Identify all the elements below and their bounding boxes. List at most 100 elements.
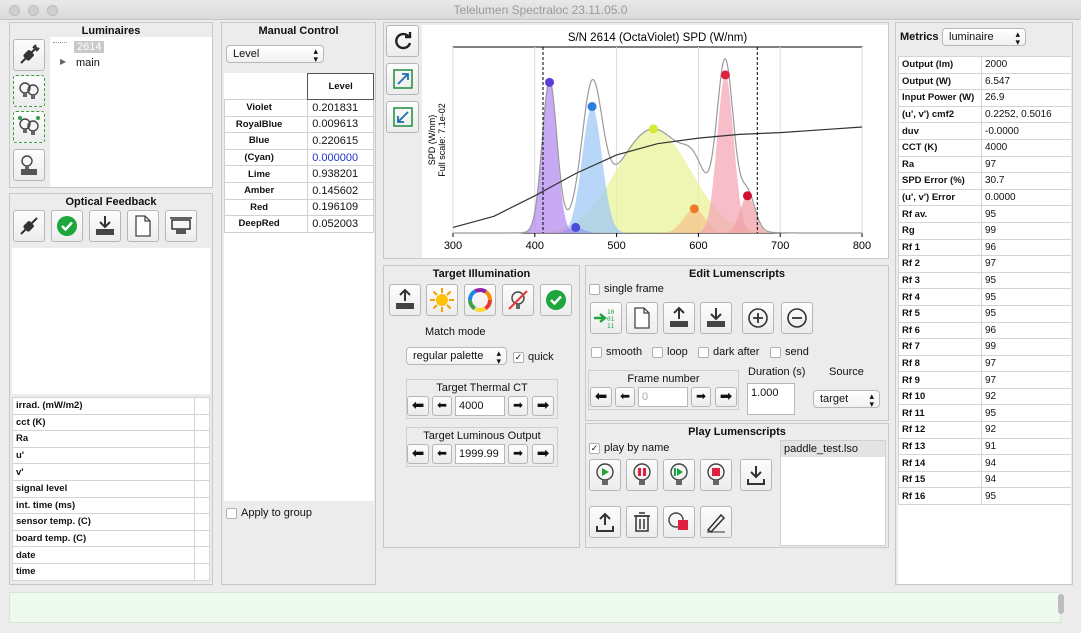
optical-row-value[interactable] bbox=[193, 513, 210, 531]
disconnect-plug-icon[interactable] bbox=[13, 39, 45, 71]
loop-checkbox[interactable]: loop bbox=[652, 346, 688, 358]
metric-row-value[interactable]: 6.547 bbox=[981, 72, 1071, 91]
optical-row-value[interactable] bbox=[193, 430, 210, 448]
optical-row-value[interactable] bbox=[193, 413, 210, 432]
tree-item-2614[interactable]: 2614 bbox=[74, 41, 105, 53]
expand-icon[interactable] bbox=[386, 63, 419, 95]
thermal-ct-input[interactable]: 4000 bbox=[455, 396, 505, 416]
open-script-icon[interactable] bbox=[663, 302, 695, 334]
frame-big-left-button[interactable]: ⬅ bbox=[590, 387, 612, 407]
metric-row-value[interactable]: 2000 bbox=[981, 56, 1071, 74]
sun-icon[interactable] bbox=[426, 284, 458, 316]
target-check-icon[interactable] bbox=[540, 284, 572, 316]
dark-after-checkbox[interactable]: dark after bbox=[698, 346, 759, 358]
optical-row-value[interactable] bbox=[193, 446, 210, 465]
metric-row-value[interactable]: 4000 bbox=[981, 138, 1071, 157]
optical-row-value[interactable] bbox=[193, 479, 210, 498]
source-select[interactable]: target ▴ ▾ bbox=[813, 390, 880, 409]
optical-row-value[interactable] bbox=[193, 529, 210, 548]
channel-row-value[interactable]: 0.201831 bbox=[307, 99, 374, 117]
channel-row-value[interactable]: 0.009613 bbox=[307, 115, 374, 134]
projector-icon[interactable] bbox=[165, 210, 197, 242]
status-scrollbar[interactable] bbox=[1058, 594, 1064, 614]
script-file-list[interactable]: paddle_test.lso bbox=[780, 440, 886, 546]
lum-small-left-button[interactable]: ⬅ bbox=[432, 444, 452, 464]
pause-bulb-icon[interactable] bbox=[626, 459, 658, 491]
channel-row-value[interactable]: 0.196109 bbox=[307, 198, 374, 217]
luminous-output-input[interactable]: 1999.99 bbox=[455, 444, 505, 464]
smooth-checkbox[interactable]: smooth bbox=[591, 346, 642, 358]
duration-input[interactable]: 1.000 bbox=[747, 383, 795, 415]
bulb-stack-icon[interactable] bbox=[13, 149, 45, 181]
metrics-mode-select[interactable]: luminaire ▴ ▾ bbox=[942, 28, 1026, 47]
lum-big-right-button[interactable]: ➡ bbox=[532, 444, 554, 464]
metric-row-value[interactable]: 95 bbox=[981, 404, 1071, 423]
channel-row-value[interactable]: 0.938201 bbox=[307, 165, 374, 183]
optical-row-value[interactable] bbox=[193, 546, 210, 564]
channel-row-value[interactable]: 0.145602 bbox=[307, 181, 374, 200]
check-icon[interactable] bbox=[51, 210, 83, 242]
thermal-small-left-button[interactable]: ⬅ bbox=[432, 396, 452, 416]
metric-row-value[interactable]: 96 bbox=[981, 238, 1071, 257]
metric-row-value[interactable]: 97 bbox=[981, 155, 1071, 174]
step-bulb-icon[interactable] bbox=[663, 459, 695, 491]
metric-row-value[interactable]: 92 bbox=[981, 387, 1071, 406]
thermal-small-right-button[interactable]: ➡ bbox=[508, 396, 528, 416]
stop-all-icon[interactable] bbox=[663, 506, 695, 538]
metric-row-value[interactable]: 30.7 bbox=[981, 172, 1071, 190]
channel-row-value[interactable]: 0.052003 bbox=[307, 215, 374, 233]
optical-row-value[interactable] bbox=[193, 463, 210, 481]
metric-row-value[interactable]: 92 bbox=[981, 421, 1071, 439]
metric-row-value[interactable]: 94 bbox=[981, 454, 1071, 472]
metric-row-value[interactable]: 0.0000 bbox=[981, 188, 1071, 207]
frame-small-left-button[interactable]: ⬅ bbox=[615, 387, 635, 407]
play-by-name-checkbox[interactable]: ✓ play by name bbox=[589, 442, 669, 454]
optical-row-value[interactable] bbox=[193, 562, 210, 581]
send-checkbox[interactable]: send bbox=[770, 346, 809, 358]
no-light-icon[interactable] bbox=[502, 284, 534, 316]
metric-row-value[interactable]: 95 bbox=[981, 288, 1071, 306]
edit-pen-icon[interactable] bbox=[700, 506, 732, 538]
metric-row-value[interactable]: 0.2252, 0.5016 bbox=[981, 105, 1071, 124]
metric-row-value[interactable]: 95 bbox=[981, 271, 1071, 290]
apply-to-group-checkbox[interactable]: Apply to group bbox=[226, 507, 312, 519]
metric-row-value[interactable]: 99 bbox=[981, 221, 1071, 240]
bulbs-add-icon[interactable] bbox=[13, 75, 45, 107]
save-script-icon[interactable] bbox=[700, 302, 732, 334]
expand-arrow-icon[interactable]: ▶ bbox=[60, 57, 66, 66]
bulbs-group-icon[interactable] bbox=[13, 111, 45, 143]
color-wheel-icon[interactable] bbox=[464, 284, 496, 316]
optical-row-value[interactable] bbox=[193, 397, 210, 415]
binary-send-icon[interactable]: 10 01 11 bbox=[590, 302, 622, 334]
control-mode-select[interactable]: Level ▴ ▾ bbox=[226, 45, 324, 64]
channel-row-value[interactable]: 0.000000 bbox=[307, 148, 374, 167]
metric-row-value[interactable]: 95 bbox=[981, 304, 1071, 323]
single-frame-checkbox[interactable]: single frame bbox=[589, 283, 664, 295]
frame-number-input[interactable]: 0 bbox=[638, 387, 688, 407]
channel-row-value[interactable]: 0.220615 bbox=[307, 132, 374, 150]
metric-row-value[interactable]: 95 bbox=[981, 487, 1071, 506]
metric-row-value[interactable]: 91 bbox=[981, 437, 1071, 456]
new-file-icon[interactable] bbox=[127, 210, 159, 242]
trash-icon[interactable] bbox=[626, 506, 658, 538]
lum-big-left-button[interactable]: ⬅ bbox=[407, 444, 429, 464]
luminaire-tree[interactable]: 2614 ▶ main bbox=[50, 37, 212, 187]
refresh-icon[interactable] bbox=[386, 25, 419, 57]
stop-bulb-icon[interactable] bbox=[700, 459, 732, 491]
script-file-item[interactable]: paddle_test.lso bbox=[781, 441, 885, 457]
metric-row-value[interactable]: 97 bbox=[981, 255, 1071, 273]
download-script-icon[interactable] bbox=[740, 459, 772, 491]
thermal-big-right-button[interactable]: ➡ bbox=[532, 396, 554, 416]
optical-row-value[interactable] bbox=[193, 496, 210, 515]
play-bulb-icon[interactable] bbox=[589, 459, 621, 491]
metric-row-value[interactable]: 95 bbox=[981, 205, 1071, 223]
frame-big-right-button[interactable]: ➡ bbox=[715, 387, 737, 407]
metric-row-value[interactable]: 94 bbox=[981, 470, 1071, 489]
lum-small-right-button[interactable]: ➡ bbox=[508, 444, 528, 464]
tree-item-main[interactable]: main bbox=[76, 57, 100, 69]
quick-checkbox[interactable]: ✓ quick bbox=[513, 351, 554, 363]
upload-script-icon[interactable] bbox=[589, 506, 621, 538]
remove-frame-icon[interactable] bbox=[781, 302, 813, 334]
add-frame-icon[interactable] bbox=[742, 302, 774, 334]
frame-small-right-button[interactable]: ➡ bbox=[691, 387, 711, 407]
